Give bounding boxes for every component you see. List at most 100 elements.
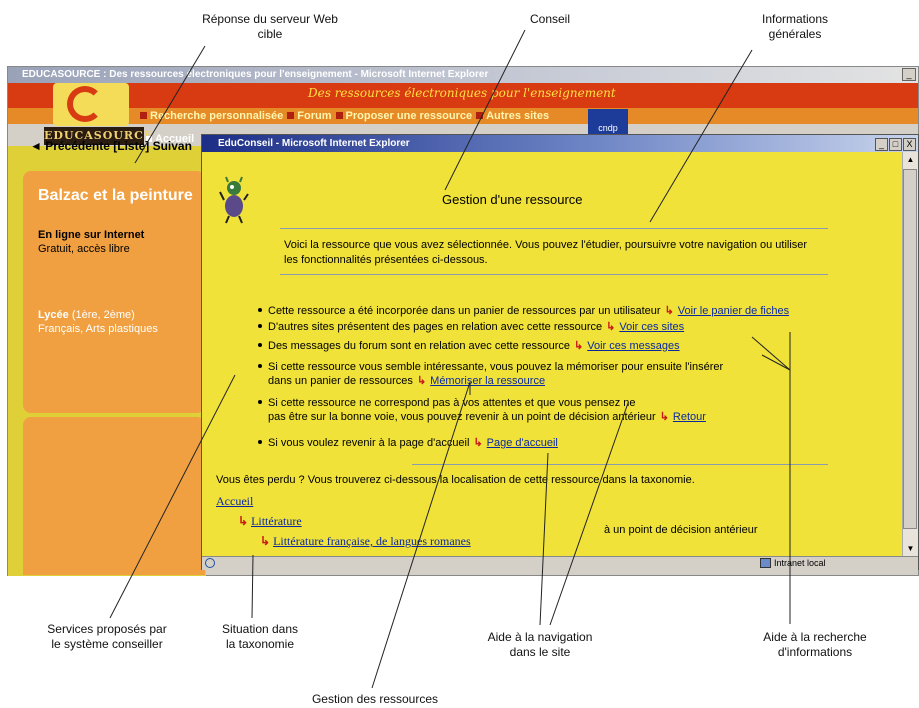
taxonomy-accueil-link[interactable]: Accueil — [216, 494, 253, 509]
educasource-logo[interactable] — [53, 83, 129, 126]
resource-title: Balzac et la peinture — [38, 187, 193, 204]
resource-availability: En ligne sur Internet — [38, 229, 145, 241]
cndp-logo[interactable]: cndp — [588, 109, 628, 137]
list-item: Des messages du forum sont en relation a… — [258, 339, 898, 353]
nav-proposer[interactable]: Proposer une ressource — [346, 110, 473, 122]
arrow-icon: ↳ — [574, 340, 584, 352]
taxonomy-litterature-link[interactable]: Littérature — [251, 514, 302, 528]
nav-bullet-icon — [476, 112, 484, 119]
item-text: Si cette ressource ne correspond pas à v… — [268, 397, 636, 409]
nav-autres-sites[interactable]: Autres sites — [486, 110, 549, 122]
list-item: D'autres sites présentent des pages en r… — [258, 320, 898, 334]
voir-messages-link[interactable]: Voir ces messages — [587, 340, 679, 352]
status-bar: Intranet local — [202, 556, 918, 570]
retour-link[interactable]: Retour — [673, 411, 706, 423]
callout-serveur-line1: Réponse du serveur Web — [202, 12, 338, 26]
callout-infos-line2: générales — [768, 27, 822, 41]
intro-text: Voici la ressource que vous avez sélecti… — [284, 239, 808, 266]
page-title: Gestion d'une ressource — [442, 192, 583, 207]
arrow-icon: ↳ — [260, 534, 271, 548]
bullet-icon — [258, 324, 262, 328]
bullet-icon — [258, 308, 262, 312]
arrow-icon: ↳ — [659, 411, 669, 423]
callout-aide-rech-line1: Aide à la recherche — [763, 630, 867, 644]
left-panel-footer — [23, 417, 205, 575]
resource-level: Lycée (1ère, 2ème) — [38, 309, 135, 321]
callout-conseil: Conseil — [529, 12, 571, 26]
site-tagline: Des ressources électroniques pour l'ense… — [308, 86, 616, 100]
nav-recherche[interactable]: Recherche personnalisée — [150, 110, 283, 122]
ie-page-icon — [205, 558, 215, 568]
callout-infos-line1: Informations — [761, 12, 829, 26]
educonseil-window: EduConseil - Microsoft Internet Explorer… — [201, 134, 919, 570]
callout-gestion: Gestion des ressources — [311, 692, 439, 706]
site-nav-links: Recherche personnalisée Forum Proposer une… — [136, 108, 549, 124]
bullet-icon — [258, 440, 262, 444]
memoriser-link[interactable]: Mémoriser la ressource — [430, 375, 545, 387]
voir-sites-link[interactable]: Voir ces sites — [619, 321, 684, 333]
list-item: Si cette ressource ne correspond pas à v… — [258, 396, 898, 424]
arrow-icon: ↳ — [606, 321, 616, 333]
taxonomy-level-1: ↳ Littérature — [238, 514, 302, 529]
callout-services-line1: Services proposés par — [47, 622, 167, 636]
divider — [280, 274, 828, 275]
resource-subjects: Français, Arts plastiques — [38, 323, 158, 335]
educonseil-title-bar: EduConseil - Microsoft Internet Explorer — [202, 135, 918, 152]
logo-swirl-icon — [67, 86, 103, 122]
scroll-up-icon[interactable]: ▲ — [903, 152, 918, 167]
level-bold: Lycée — [38, 309, 69, 321]
callout-services-line2: le système conseiller — [51, 637, 163, 651]
bullet-icon — [258, 400, 262, 404]
voir-panier-link[interactable]: Voir le panier de fiches — [678, 305, 789, 317]
taxonomy-level-2: ↳ Littérature française, de langues roman… — [260, 534, 471, 549]
callout-infos: Informations générales — [740, 12, 850, 42]
arrow-icon: ↳ — [473, 437, 483, 449]
scrollbar-thumb[interactable] — [903, 169, 917, 529]
callout-aide-nav-line2: dans le site — [509, 645, 571, 659]
site-nav-bar: Recherche personnalisée Forum Proposer une… — [8, 108, 918, 124]
page-accueil-link[interactable]: Page d'accueil — [487, 437, 558, 449]
list-item: Si vous voulez revenir à la page d'accue… — [258, 436, 898, 450]
callout-serveur-line2: cible — [257, 27, 283, 41]
divider — [280, 228, 828, 229]
educonseil-content: Gestion d'une ressource Voici la ressour… — [202, 152, 902, 556]
resource-card — [23, 171, 205, 413]
resource-pager[interactable]: ◄ Précédente [Liste] Suivan — [30, 139, 192, 153]
nav-forum[interactable]: Forum — [297, 110, 331, 122]
nav-bullet-icon — [287, 112, 295, 119]
item-text-2: dans un panier de ressources — [268, 375, 413, 387]
callout-serveur: Réponse du serveur Web cible — [190, 12, 350, 42]
zone-label: Intranet local — [774, 558, 826, 568]
window-controls: _ □ X — [874, 136, 916, 151]
level-rest: (1ère, 2ème) — [68, 309, 135, 321]
taxonomy-litterature-francaise-link[interactable]: Littérature française, de langues romane… — [273, 534, 471, 548]
callout-aide-recherche: Aide à la recherche d'informations — [740, 630, 890, 660]
taxonomy-intro: Vous êtes perdu ? Vous trouverez ci-dess… — [216, 474, 695, 486]
item-text: Si vous voulez revenir à la page d'accue… — [268, 437, 470, 449]
callout-services: Services proposés par le système conseil… — [22, 622, 192, 652]
nav-bullet-icon — [335, 112, 343, 119]
scroll-down-icon[interactable]: ▼ — [903, 541, 918, 556]
item-text: Des messages du forum sont en relation a… — [268, 340, 571, 352]
maximize-button[interactable]: □ — [889, 138, 902, 151]
outer-title-bar: EDUCASOURCE : Des ressources électroniqu… — [8, 67, 918, 83]
item-text: D'autres sites présentent des pages en r… — [268, 321, 603, 333]
close-button[interactable]: X — [903, 138, 916, 151]
callout-situation-line2: la taxonomie — [225, 637, 295, 651]
list-item: Cette ressource a été incorporée dans un… — [258, 304, 898, 318]
outer-minimize-button[interactable]: _ — [902, 68, 916, 81]
arrow-icon: ↳ — [664, 305, 674, 317]
arrow-icon: ↳ — [416, 375, 427, 387]
item-text-2: pas être sur la bonne voie, vous pouvez … — [268, 411, 656, 423]
bullet-icon — [258, 343, 262, 347]
zone-icon — [760, 558, 771, 568]
callout-situation-line1: Situation dans — [221, 622, 299, 636]
arrow-icon: ↳ — [238, 514, 249, 528]
nav-bullet-icon — [140, 112, 147, 119]
resource-access: Gratuit, accès libre — [38, 243, 130, 255]
side-note: à un point de décision antérieur — [604, 524, 758, 536]
callout-aide-nav-line1: Aide à la navigation — [487, 630, 593, 644]
minimize-button[interactable]: _ — [875, 138, 888, 151]
callout-aide-rech-line2: d'informations — [777, 645, 853, 659]
callout-aide-nav: Aide à la navigation dans le site — [455, 630, 625, 660]
